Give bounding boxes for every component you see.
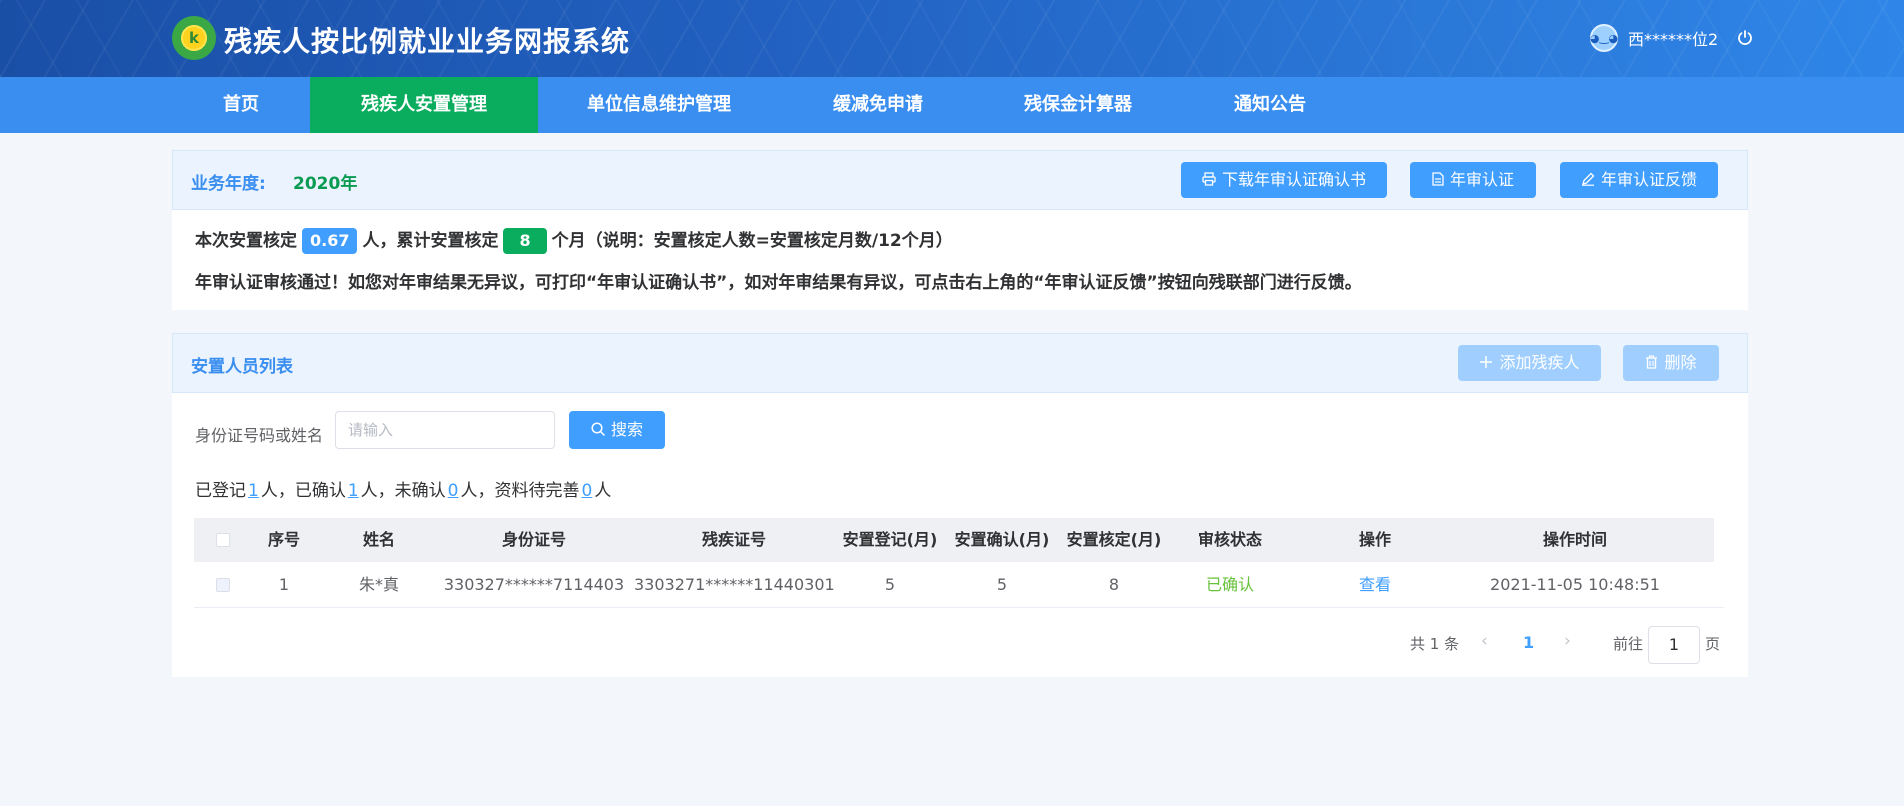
logo-mark: k (183, 27, 205, 49)
search-label: 身份证号码或姓名 (195, 426, 324, 445)
prev-page-icon[interactable]: ‹ (1481, 631, 1488, 651)
edit-icon (1581, 163, 1595, 199)
search-input[interactable] (335, 411, 555, 449)
search-button[interactable]: 搜索 (569, 411, 665, 449)
annual-review-card: 业务年度: 2020年 下载年审认证确认书 年审认证 年审认证反馈 本次安置核定… (172, 150, 1748, 310)
col-action: 操作 (1358, 530, 1391, 549)
stats-unconfirmed-count[interactable]: 0 (448, 481, 459, 501)
nav-calculator[interactable]: 残保金计算器 (976, 77, 1180, 133)
add-disabled-person-label: 添加残疾人 (1499, 353, 1580, 372)
status-badge: 已确认 (1205, 575, 1254, 594)
nav-placement-management[interactable]: 残疾人安置管理 (310, 77, 538, 133)
cell-id-number: 330327******7114403 (443, 575, 625, 594)
col-index: 序号 (267, 530, 300, 549)
approved-months-badge: 8 (503, 228, 547, 254)
user-area: ◕‿◕ 西******位2 (1590, 22, 1754, 54)
view-link[interactable]: 查看 (1290, 562, 1460, 608)
cell-disability-number: 3303271******11440301 (634, 575, 835, 594)
cell-action-time: 2021-11-05 10:48:51 (1490, 575, 1660, 594)
approved-persons-badge: 0.67 (302, 228, 358, 254)
pagination-total: 共 1 条 (1410, 635, 1460, 653)
annual-card-header: 业务年度: 2020年 下载年审认证确认书 年审认证 年审认证反馈 (172, 150, 1748, 210)
col-review-status: 审核状态 (1197, 530, 1262, 549)
annual-certify-button[interactable]: 年审认证 (1410, 162, 1536, 198)
stats-incomplete-label: 人，资料待完善 (460, 481, 580, 501)
add-disabled-person-button[interactable]: 添加残疾人 (1458, 345, 1601, 381)
stats-confirmed-count[interactable]: 1 (348, 481, 359, 501)
placement-list-card: 安置人员列表 添加残疾人 删除 身份证号码或姓名 搜索 已登记1人，已确认1人，… (172, 333, 1748, 677)
search-button-label: 搜索 (610, 420, 643, 439)
annual-certify-label: 年审认证 (1449, 170, 1514, 189)
goto-prefix: 前往 (1613, 635, 1644, 653)
user-name[interactable]: 西******位2 (1628, 26, 1718, 50)
list-title: 安置人员列表 (191, 357, 293, 377)
page-number-current[interactable]: 1 (1523, 633, 1534, 652)
placement-summary: 本次安置核定 0.67 人，累计安置核定 8 个月（说明：安置核定人数=安置核定月数/1… (195, 226, 953, 254)
summary-suffix: 个月（说明：安置核定人数=安置核定月数/12个月） (551, 231, 953, 251)
summary-prefix: 本次安置核定 (195, 231, 297, 251)
nav-reduction-application[interactable]: 缓减免申请 (780, 77, 976, 133)
stats-incomplete-count[interactable]: 0 (581, 481, 592, 501)
trash-icon (1645, 346, 1658, 382)
stats-unconfirmed-label: 人，未确认 (360, 481, 446, 501)
printer-icon (1202, 163, 1216, 199)
nav-notices[interactable]: 通知公告 (1180, 77, 1360, 133)
next-page-icon[interactable]: › (1564, 631, 1571, 651)
list-card-header: 安置人员列表 添加残疾人 删除 (172, 333, 1748, 393)
delete-button[interactable]: 删除 (1623, 345, 1719, 381)
power-icon[interactable] (1736, 29, 1754, 47)
stats-registered-count[interactable]: 1 (248, 481, 259, 501)
download-certificate-label: 下载年审认证确认书 (1221, 170, 1366, 189)
plus-icon (1479, 346, 1493, 382)
stats-confirmed-label: 人，已确认 (260, 481, 346, 501)
goto-suffix: 页 (1705, 635, 1721, 653)
table-header: 序号 姓名 身份证号 残疾证号 安置登记(月) 安置确认(月) 安置核定(月) … (194, 518, 1714, 562)
review-notice: 年审认证审核通过！如您对年审结果无异议，可打印“年审认证确认书”，如对年审结果有… (195, 273, 1362, 293)
download-certificate-button[interactable]: 下载年审认证确认书 (1181, 162, 1387, 198)
system-title: 残疾人按比例就业业务网报系统 (224, 25, 631, 58)
select-all-checkbox[interactable] (216, 533, 230, 547)
summary-mid: 人，累计安置核定 (362, 231, 499, 251)
col-disability-number: 残疾证号 (701, 530, 766, 549)
goto-page-input[interactable]: 1 (1648, 626, 1700, 664)
logo-icon: k (172, 16, 216, 60)
cell-reg-months: 5 (884, 575, 896, 594)
cell-name: 朱*真 (358, 575, 399, 594)
col-action-time: 操作时间 (1542, 530, 1607, 549)
placement-stats: 已登记 1 人，已确认 1 人，未确认 0 人，资料待完善 0 人 (195, 476, 611, 501)
annual-feedback-label: 年审认证反馈 (1600, 170, 1697, 189)
row-checkbox[interactable] (216, 578, 230, 592)
col-reg-months: 安置登记(月) (842, 530, 938, 549)
col-id-number: 身份证号 (501, 530, 566, 549)
annual-feedback-button[interactable]: 年审认证反馈 (1560, 162, 1718, 198)
col-confirm-months: 安置确认(月) (954, 530, 1050, 549)
cell-index: 1 (278, 575, 290, 594)
avatar[interactable]: ◕‿◕ (1590, 24, 1618, 52)
document-icon (1432, 163, 1444, 199)
col-approved-months: 安置核定(月) (1066, 530, 1162, 549)
cell-approved-months: 8 (1108, 575, 1120, 594)
stats-unit: 人 (594, 481, 612, 501)
delete-label: 删除 (1664, 353, 1697, 372)
stats-registered-label: 已登记 (195, 481, 246, 501)
search-icon (591, 412, 605, 450)
main-nav: 首页 残疾人安置管理 单位信息维护管理 缓减免申请 残保金计算器 通知公告 (0, 77, 1904, 133)
col-name: 姓名 (362, 530, 395, 549)
business-year-value: 2020年 (293, 174, 358, 194)
cell-confirm-months: 5 (996, 575, 1008, 594)
business-year-label: 业务年度: (191, 174, 266, 194)
nav-unit-info[interactable]: 单位信息维护管理 (538, 77, 780, 133)
top-header: k 残疾人按比例就业业务网报系统 ◕‿◕ 西******位2 (0, 0, 1904, 77)
nav-home[interactable]: 首页 (172, 77, 310, 133)
table-row: 1 朱*真 330327******7114403 3303271******1… (194, 562, 1724, 608)
